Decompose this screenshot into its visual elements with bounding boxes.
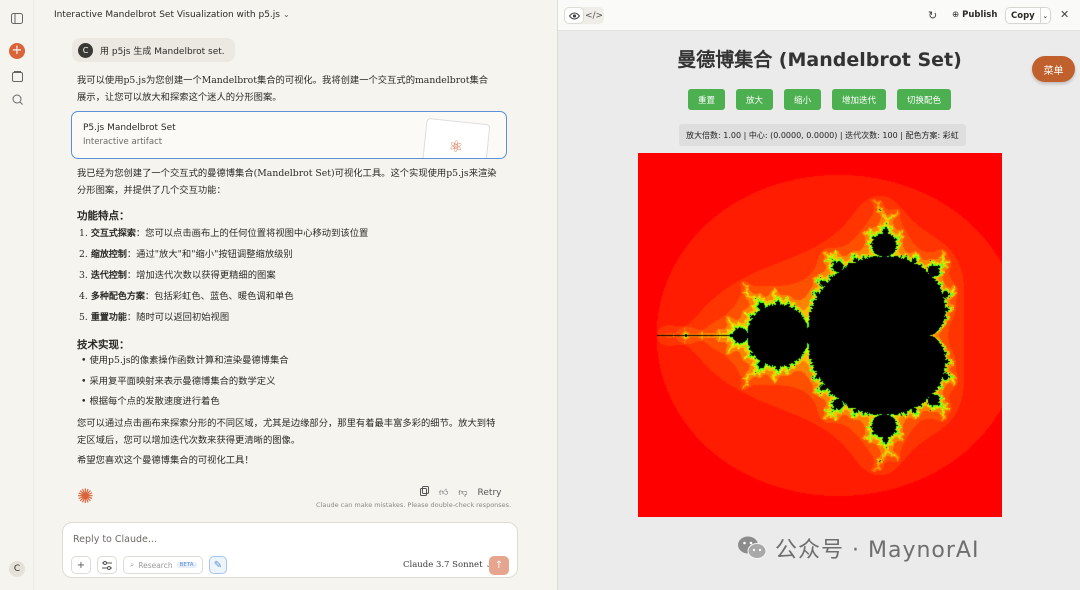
claude-logo-icon: ✺ [77,484,94,508]
feature-item: 3. 迭代控制：增加迭代次数以获得更精细的图案 [79,270,276,281]
attach-plus-icon[interactable]: + [71,556,91,574]
chat-pane: Interactive Mandelbrot Set Visualization… [34,0,587,590]
send-button[interactable]: ↑ [489,556,509,575]
tools-sliders-icon[interactable] [97,556,117,574]
artifact-title: P5.js Mandelbrot Set [83,123,176,133]
artifact-thumbnail-icon: ⚛ [421,117,491,158]
tech-item: • 使用p5.js的像素操作函数计算和渲染曼德博集合 [81,355,289,366]
feature-item: 5. 重置功能：随时可以返回初始视图 [79,312,230,323]
copy-label: Copy [1011,10,1035,21]
thumbs-down-icon[interactable]: 👎︎ [458,488,467,498]
user-avatar[interactable]: C [9,561,25,577]
user-message-avatar: C [78,42,93,58]
thumbs-up-icon[interactable]: 👍︎ [439,488,448,498]
projects-icon[interactable] [9,91,25,107]
mandelbrot-canvas[interactable] [638,153,1002,517]
copy-button[interactable]: Copy ⌄ [1005,7,1051,24]
watermark: 公众号 · MaynorAI [737,532,979,564]
chat-title-dropdown[interactable]: Interactive Mandelbrot Set Visualization… [54,10,290,20]
watermark-text: 公众号 · MaynorAI [775,538,980,563]
fractal-render[interactable] [638,153,1002,517]
chevron-down-icon[interactable]: ⌄ [1039,8,1050,23]
features-heading: 功能特点： [77,210,130,222]
retry-button[interactable]: Retry [478,488,502,498]
sidebar-toggle-icon[interactable] [9,10,25,26]
chats-icon[interactable] [9,68,25,84]
refresh-icon[interactable]: ↻ [928,9,937,22]
app-title: 曼德博集合 (Mandelbrot Set) [677,49,962,71]
publish-globe-icon: ⊕ [952,10,960,20]
search-icon: ⌕ [130,560,135,569]
menu-button[interactable]: 菜单 [1032,56,1075,82]
artifact-subtitle: Interactive artifact [83,137,163,147]
closing-paragraph: 您可以通过点击画布来探索分形的不同区域，尤其是边缘部分，那里有着最丰富多彩的细节… [77,418,496,446]
composer: Reply to Claude... + ⌕ Research BETA ✎ C… [62,522,518,578]
control-buttons: 重置 放大 缩小 增加迭代 切换配色 [558,89,1080,110]
artifact-toolbar: </> ↻ ⊕ Publish Copy ⌄ ✕ [558,0,1080,31]
assistant-summary: 我已经为您创建了一个交互式的曼德博集合(Mandelbrot Set)可视化工具… [77,168,497,196]
code-icon[interactable]: </> [584,7,604,24]
research-button[interactable]: ⌕ Research BETA [123,556,203,574]
view-toggle: </> [564,7,604,24]
status-info: 放大倍数: 1.00 | 中心: (0.0000, 0.0000) | 迭代次数… [679,124,966,146]
switch-color-button[interactable]: 切换配色 [897,89,952,110]
increase-iterations-button[interactable]: 增加迭代 [832,89,887,110]
model-selector[interactable]: Claude 3.7 Sonnet ⌄ [403,560,491,570]
user-message: C 用 p5js 生成 Mandelbrot set. [72,38,235,62]
disclaimer: Claude can make mistakes. Please double-… [316,501,512,509]
message-actions: 👍︎ 👎︎ Retry [420,486,502,499]
tech-item: • 根据每个点的发散速度进行着色 [81,396,220,407]
closing-line: 希望您喜欢这个曼德博集合的可视化工具！ [77,455,254,466]
tech-heading: 技术实现： [77,339,130,351]
artifact-pane: </> ↻ ⊕ Publish Copy ⌄ ✕ 曼德博集合 (Mandelbr… [557,0,1080,590]
chevron-down-icon: ⌄ [282,10,290,19]
feature-item: 1. 交互式探索：您可以点击画布上的任何位置将视图中心移动到该位置 [79,228,369,239]
reply-input[interactable]: Reply to Claude... [73,534,157,545]
assistant-intro: 我可以使用p5.js为您创建一个Mandelbrot集合的可视化。我将创建一个交… [77,75,489,103]
preview-eye-icon[interactable] [564,7,584,24]
copy-icon[interactable] [420,486,429,499]
artifact-card[interactable]: P5.js Mandelbrot Set Interactive artifac… [71,111,507,159]
new-chat-icon[interactable]: + [9,43,25,59]
beta-badge: BETA [176,562,197,568]
zoom-out-button[interactable]: 缩小 [783,89,821,110]
user-message-text: 用 p5js 生成 Mandelbrot set. [100,46,225,57]
left-rail: + C [0,0,34,590]
zoom-in-button[interactable]: 放大 [735,89,773,110]
close-icon[interactable]: ✕ [1060,8,1069,21]
tech-item: • 采用复平面映射来表示曼德博集合的数学定义 [81,376,276,387]
publish-button[interactable]: ⊕ Publish [952,10,997,20]
feature-item: 4. 多种配色方案：包括彩虹色、蓝色、暖色调和单色 [79,291,294,302]
research-label: Research [138,560,173,570]
style-pen-icon[interactable]: ✎ [209,556,227,574]
chat-title-text: Interactive Mandelbrot Set Visualization… [54,10,280,20]
feature-item: 2. 缩放控制：通过"放大"和"缩小"按钮调整缩放级别 [79,249,293,260]
wechat-icon [737,535,767,561]
reset-button[interactable]: 重置 [687,89,725,110]
